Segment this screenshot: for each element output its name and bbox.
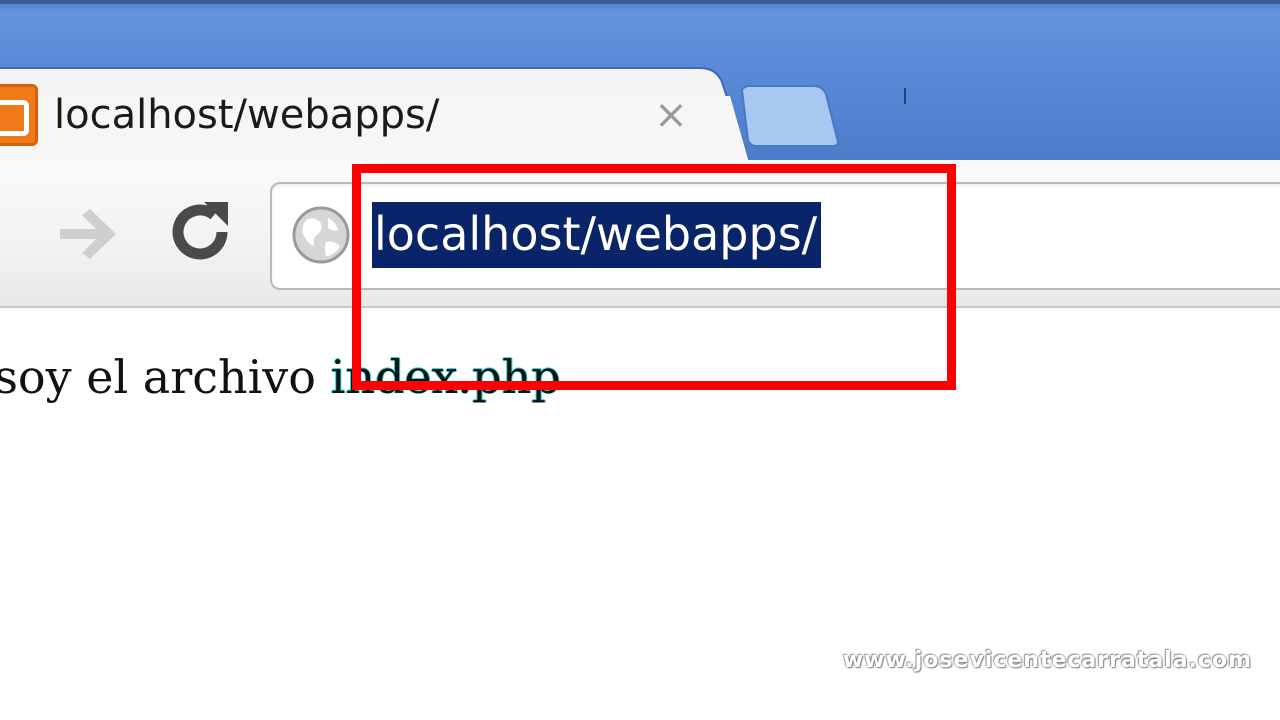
page-text-plain: o soy el archivo <box>0 350 316 404</box>
back-arrow-icon[interactable] <box>0 210 10 256</box>
close-icon[interactable]: × <box>652 95 690 135</box>
page-body-text: o soy el archivo index.php <box>0 350 561 404</box>
page-text-highlight: index.php <box>330 350 561 404</box>
tab-title: localhost/webapps/ <box>54 92 440 138</box>
url-text-selected[interactable]: localhost/webapps/ <box>372 202 822 268</box>
screen: localhost/webapps/ × localhost/webapps/ … <box>0 0 1280 720</box>
globe-icon <box>290 204 352 266</box>
window-top-edge <box>0 0 1280 4</box>
forward-arrow-icon[interactable] <box>56 206 120 262</box>
mouse-cursor <box>904 88 906 104</box>
reload-icon[interactable] <box>164 196 236 268</box>
watermark: www.josevicentecarratala.com <box>842 648 1252 673</box>
xampp-icon <box>0 84 38 146</box>
new-tab-icon[interactable] <box>736 84 840 148</box>
